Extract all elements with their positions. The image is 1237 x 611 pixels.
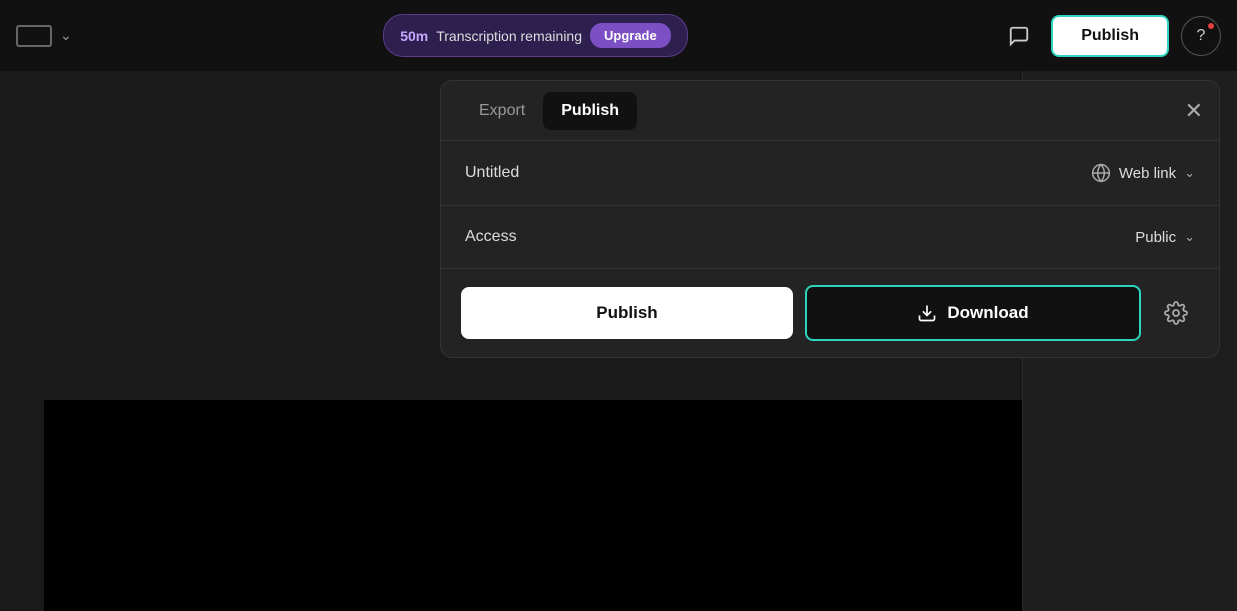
publish-header-button[interactable]: Publish	[1051, 15, 1169, 57]
close-button[interactable]: ✕	[1185, 100, 1203, 122]
chevron-down-icon: ⌄	[60, 27, 72, 44]
tab-publish[interactable]: Publish	[543, 92, 637, 130]
topbar-center: 50m Transcription remaining Upgrade	[383, 14, 688, 57]
chat-icon	[1008, 25, 1030, 47]
web-link-label: Web link	[1119, 165, 1176, 182]
chat-button[interactable]	[999, 16, 1039, 56]
topbar-left: ⌄	[16, 25, 72, 47]
upgrade-button[interactable]: Upgrade	[590, 23, 671, 48]
transcription-badge: 50m Transcription remaining Upgrade	[383, 14, 688, 57]
topbar-right: Publish ?	[999, 15, 1221, 57]
publish-button[interactable]: Publish	[461, 287, 793, 339]
panel-title-label: Untitled	[465, 164, 519, 182]
globe-icon	[1091, 163, 1111, 183]
transcription-minutes: 50m	[400, 28, 428, 44]
help-button[interactable]: ?	[1181, 16, 1221, 56]
help-icon: ?	[1197, 27, 1206, 45]
panel-row-access: Access Public ⌄	[441, 206, 1219, 269]
transcription-text: Transcription remaining	[436, 28, 582, 44]
web-link-chevron: ⌄	[1184, 165, 1195, 181]
access-chevron: ⌄	[1184, 229, 1195, 245]
settings-button[interactable]	[1153, 287, 1199, 339]
screen-icon	[16, 25, 52, 47]
download-label: Download	[947, 303, 1028, 323]
topbar: ⌄ 50m Transcription remaining Upgrade Pu…	[0, 0, 1237, 71]
panel-tabs: Export Publish ✕	[441, 81, 1219, 141]
panel-actions: Publish Download	[441, 269, 1219, 357]
access-value: Public	[1135, 229, 1176, 246]
panel-row-title: Untitled Web link ⌄	[441, 141, 1219, 206]
panel-content: Untitled Web link ⌄ Access Public ⌄	[441, 141, 1219, 269]
download-button[interactable]: Download	[805, 285, 1141, 341]
notification-dot	[1206, 21, 1216, 31]
download-icon	[917, 303, 937, 323]
web-link-selector[interactable]: Web link ⌄	[1091, 163, 1195, 183]
canvas-area	[44, 400, 1022, 611]
settings-icon	[1164, 301, 1188, 325]
tab-export[interactable]: Export	[461, 92, 543, 130]
access-selector[interactable]: Public ⌄	[1135, 229, 1195, 246]
panel-access-label: Access	[465, 228, 517, 246]
publish-panel: Export Publish ✕ Untitled Web link ⌄ Acc…	[440, 80, 1220, 358]
